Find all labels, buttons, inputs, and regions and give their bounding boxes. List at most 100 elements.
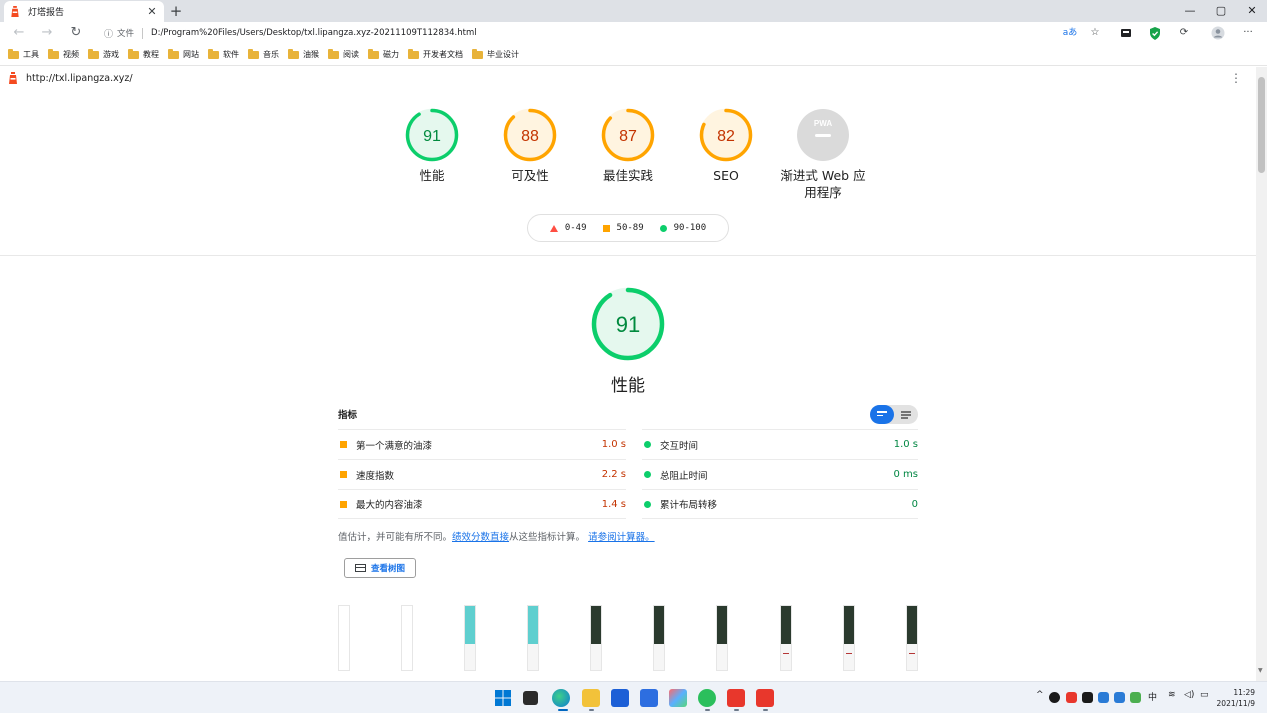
report-url[interactable]: http://txl.lipangza.xyz/ xyxy=(26,73,133,84)
folder-icon xyxy=(88,48,99,59)
gauge-seo[interactable]: 82 SEO xyxy=(686,107,766,184)
task-view-icon[interactable] xyxy=(523,691,538,705)
filmstrip-frame xyxy=(780,605,792,671)
clock-time: 11:29 xyxy=(1233,688,1255,697)
circle-icon xyxy=(659,224,667,232)
app-icon-blue[interactable] xyxy=(640,689,658,707)
gauge-score: 91 xyxy=(423,128,441,145)
metrics-left-column: 第一个满意的油漆 1.0 s 速度指数 2.2 s 最大的内容油漆 1.4 s xyxy=(338,429,626,519)
forward-button[interactable]: → xyxy=(38,24,56,42)
profile-icon[interactable] xyxy=(1210,25,1226,41)
scrollbar-thumb[interactable] xyxy=(1258,77,1265,173)
pass-circle-icon xyxy=(644,471,651,478)
metric-value: 2.2 s xyxy=(601,469,626,480)
bookmark-label: 油猴 xyxy=(303,50,319,59)
app-icon-colorful[interactable] xyxy=(669,689,687,707)
view-treemap-button[interactable]: 查看树图 xyxy=(344,558,416,578)
app-icon-red[interactable] xyxy=(756,689,774,707)
filmstrip-frame xyxy=(464,605,476,671)
wechat-icon[interactable] xyxy=(698,689,716,707)
bookmark-folder[interactable]: 工具 xyxy=(8,48,39,60)
close-window-button[interactable]: ✕ xyxy=(1238,2,1266,20)
address-bar[interactable]: ⓘ 文件 D:/Program%20Files/Users/Desktop/tx… xyxy=(96,24,1108,42)
minimize-button[interactable]: — xyxy=(1176,2,1204,20)
bookmark-folder[interactable]: 网站 xyxy=(168,48,199,60)
folder-icon xyxy=(208,48,219,59)
tab-title: 灯塔报告 xyxy=(28,8,65,18)
input-language[interactable]: 中 xyxy=(1148,690,1157,703)
bookmarks-bar: 工具 视频 游戏 教程 网站 软件 音乐 油猴 阅读 磁力 开发者文档 毕业设计 xyxy=(0,44,1267,66)
calculator-link[interactable]: 请参阅计算器。 xyxy=(588,532,655,543)
store-icon[interactable] xyxy=(611,689,629,707)
bluetooth-tray-icon[interactable] xyxy=(1098,692,1109,703)
gauge-pwa[interactable]: PWA 渐进式 Web 应 用程序 xyxy=(770,107,876,201)
windows-start-icon[interactable] xyxy=(495,690,511,706)
more-icon[interactable]: ··· xyxy=(1240,25,1256,41)
metric-name: 总阻止时间 xyxy=(660,470,708,482)
info-icon[interactable]: ⓘ xyxy=(104,27,113,40)
nvidia-tray-icon[interactable] xyxy=(1082,692,1093,703)
bookmark-label: 开发者文档 xyxy=(423,50,463,59)
maximize-button[interactable]: ▢ xyxy=(1207,2,1235,20)
favorites-add-icon[interactable]: ☆ xyxy=(1087,25,1103,41)
wps-tray-icon[interactable] xyxy=(1066,692,1077,703)
bookmark-folder[interactable]: 软件 xyxy=(208,48,239,60)
new-tab-button[interactable]: + xyxy=(168,2,184,20)
address-separator xyxy=(142,27,144,39)
reload-button[interactable]: ↻ xyxy=(67,24,85,42)
pwa-badge-text: PWA xyxy=(814,119,832,128)
gauge-accessibility[interactable]: 88 可及性 xyxy=(490,107,570,184)
bookmark-folder[interactable]: 毕业设计 xyxy=(472,48,519,60)
performance-title: 性能 xyxy=(611,376,645,396)
edge-icon[interactable] xyxy=(552,689,570,707)
file-explorer-icon[interactable] xyxy=(582,689,600,707)
bookmark-folder[interactable]: 油猴 xyxy=(288,48,319,60)
square-icon xyxy=(602,224,610,232)
browser-toolbar: ← → ↻ ⓘ 文件 D:/Program%20Files/Users/Desk… xyxy=(0,22,1267,44)
app-tray-icon[interactable] xyxy=(1114,692,1125,703)
wifi-icon[interactable]: ≋ xyxy=(1168,690,1176,700)
bookmark-folder[interactable]: 音乐 xyxy=(248,48,279,60)
gauge-best-practices[interactable]: 87 最佳实践 xyxy=(588,107,668,184)
address-url[interactable]: D:/Program%20Files/Users/Desktop/txl.lip… xyxy=(151,28,477,38)
gauge-score: 91 xyxy=(616,312,640,337)
folder-icon xyxy=(472,48,483,59)
gauge-performance[interactable]: 91 性能 xyxy=(392,107,472,184)
metrics-view-toggle[interactable] xyxy=(870,405,918,424)
report-menu-icon[interactable]: ⋮ xyxy=(1230,71,1242,85)
metrics-right-column: 交互时间 1.0 s 总阻止时间 0 ms 累计布局转移 0 xyxy=(642,429,918,519)
gauge-score: 82 xyxy=(717,128,735,145)
extensions-icon[interactable]: ⟳ xyxy=(1176,25,1192,41)
shield-extension-icon[interactable] xyxy=(1147,25,1163,41)
bookmark-folder[interactable]: 教程 xyxy=(128,48,159,60)
vertical-scrollbar[interactable]: ▼ xyxy=(1256,67,1267,681)
tab-close-icon[interactable]: ✕ xyxy=(146,5,158,18)
bookmark-folder[interactable]: 磁力 xyxy=(368,48,399,60)
qq-tray-icon[interactable] xyxy=(1049,692,1060,703)
folder-icon xyxy=(168,48,179,59)
app-tray-icon-green[interactable] xyxy=(1130,692,1141,703)
volume-icon[interactable]: ◁) xyxy=(1184,690,1194,700)
read-aloud-icon[interactable]: aあ xyxy=(1062,25,1078,41)
bookmark-folder[interactable]: 视频 xyxy=(48,48,79,60)
bookmark-label: 音乐 xyxy=(263,50,279,59)
filmstrip-frame xyxy=(716,605,728,671)
system-clock[interactable]: 11:29 2021/11/9 xyxy=(1217,687,1255,709)
app-indicator xyxy=(763,709,768,711)
bookmark-folder[interactable]: 开发者文档 xyxy=(408,48,463,60)
battery-icon[interactable]: ▭ xyxy=(1200,690,1209,700)
metric-value: 0 ms xyxy=(893,469,919,480)
tab-lighthouse-report[interactable]: 灯塔报告 ✕ xyxy=(4,1,164,22)
scoring-link[interactable]: 绩效分数直接 xyxy=(452,532,509,543)
tab-strip: 灯塔报告 ✕ + — ▢ ✕ xyxy=(0,0,1267,22)
bookmark-folder[interactable]: 阅读 xyxy=(328,48,359,60)
scroll-down-icon[interactable]: ▼ xyxy=(1258,667,1263,674)
wps-icon[interactable] xyxy=(727,689,745,707)
bookmark-folder[interactable]: 游戏 xyxy=(88,48,119,60)
collections-icon[interactable] xyxy=(1118,25,1134,41)
tray-expand-icon[interactable]: ^ xyxy=(1036,690,1044,700)
back-button[interactable]: ← xyxy=(10,24,28,42)
average-square-icon xyxy=(340,471,347,478)
metrics-header-label: 指标 xyxy=(338,410,358,421)
gauge-label: 渐进式 Web 应 xyxy=(780,168,866,183)
